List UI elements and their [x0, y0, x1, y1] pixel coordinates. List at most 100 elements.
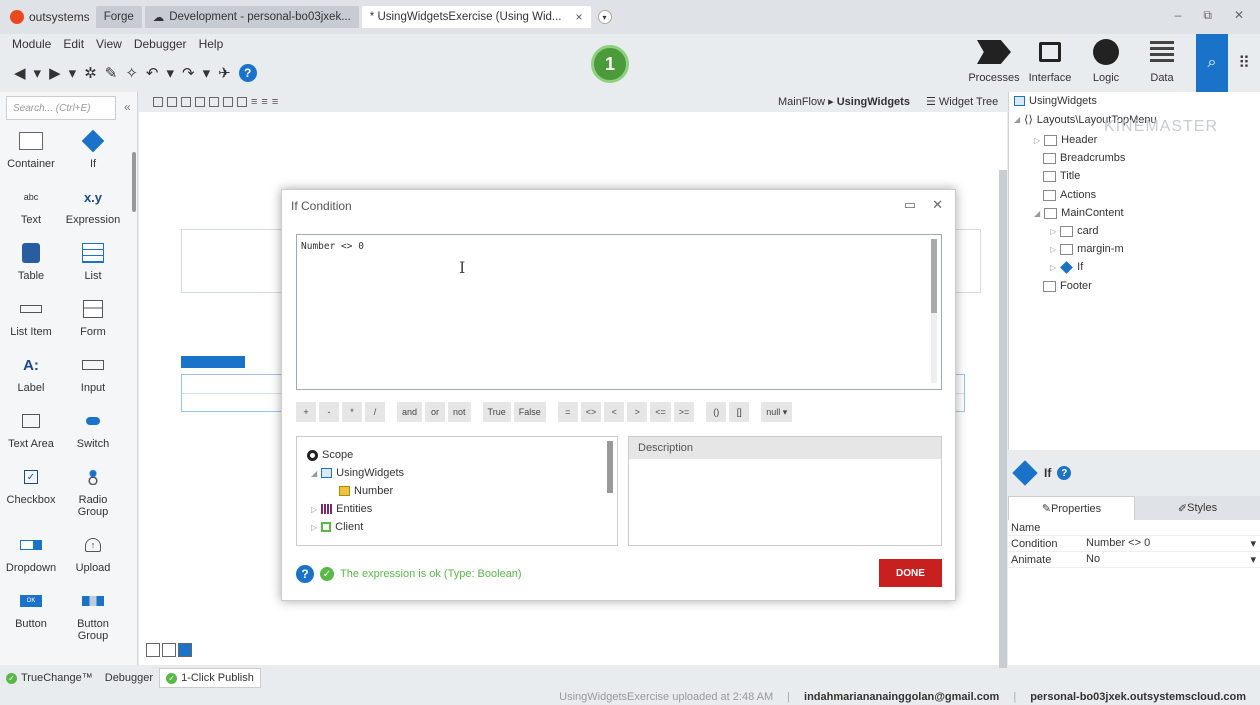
layer-interface[interactable]: Interface	[1022, 38, 1078, 84]
scope-root[interactable]: Scope	[307, 449, 353, 461]
palette-item-list-item[interactable]: List Item	[0, 298, 62, 338]
palette-item-switch[interactable]: Switch	[62, 410, 124, 450]
editor-scroll-thumb[interactable]	[931, 239, 937, 313]
property-value[interactable]: Number <> 0 ▾	[1082, 537, 1260, 550]
operator-plus[interactable]: +	[296, 402, 316, 422]
apps-grid-icon[interactable]: ⠿	[1228, 34, 1260, 92]
expression-editor[interactable]: Number <> 0	[296, 234, 942, 390]
operator-minus[interactable]: -	[319, 402, 339, 422]
palette-scrollbar[interactable]	[132, 152, 136, 212]
expand-arrow-icon[interactable]: ◢	[1014, 115, 1020, 124]
operator-null-dropdown[interactable]: null ▾	[761, 402, 793, 422]
palette-item-list[interactable]: List	[62, 242, 124, 282]
breadcrumb-screen[interactable]: UsingWidgets	[837, 96, 910, 108]
scope-item-number[interactable]: Number	[339, 485, 393, 497]
operator-greater[interactable]: >	[627, 402, 648, 422]
breadcrumb-flow[interactable]: MainFlow ▸	[778, 96, 837, 108]
minimize-icon[interactable]: –	[1175, 8, 1182, 23]
palette-search-input[interactable]: Search... (Ctrl+E)	[6, 96, 116, 120]
desktop-view-icon[interactable]	[181, 97, 191, 107]
tab-dropdown-button[interactable]: ▾	[597, 10, 612, 24]
tree-node-if[interactable]: ▷ If	[1050, 260, 1083, 274]
palette-item-text-area[interactable]: Text Area	[0, 410, 62, 450]
tab-1-click-publish[interactable]: ✓ 1-Click Publish	[159, 668, 261, 688]
tree-node-header[interactable]: ▷ Header	[1034, 134, 1097, 146]
debug-icon[interactable]: ✎	[105, 64, 118, 82]
screen-breadcrumb[interactable]: MainFlow ▸ UsingWidgets	[778, 95, 910, 108]
operator-and[interactable]: and	[397, 402, 423, 422]
tree-node-margin-m[interactable]: ▷ margin-m	[1050, 243, 1124, 255]
palette-item-container[interactable]: Container	[0, 130, 62, 170]
collapse-palette-icon[interactable]: «	[124, 100, 131, 114]
close-icon[interactable]: ✕	[932, 197, 943, 213]
palette-item-table[interactable]: Table	[0, 242, 62, 282]
dropdown-arrow-icon[interactable]: ▾	[203, 64, 211, 82]
layer-processes[interactable]: Processes	[966, 38, 1022, 84]
tree-node-breadcrumbs[interactable]: Breadcrumbs	[1043, 152, 1125, 164]
expand-arrow-icon[interactable]: ▷	[311, 505, 317, 514]
tab-debugger[interactable]: Debugger	[99, 668, 159, 688]
palette-item-checkbox[interactable]: ✓ Checkbox	[0, 466, 62, 518]
forward-icon[interactable]: ▶	[49, 64, 61, 82]
expand-arrow-icon[interactable]: ▷	[1034, 136, 1040, 145]
palette-item-text[interactable]: abc Text	[0, 186, 62, 226]
restore-icon[interactable]: ⧉	[1203, 8, 1212, 23]
css-icon[interactable]	[223, 97, 233, 107]
expand-arrow-icon[interactable]: ◢	[1034, 209, 1040, 218]
if-path-icon[interactable]	[178, 643, 192, 657]
expand-arrow-icon[interactable]: ▷	[311, 523, 317, 532]
tree-node-main-content[interactable]: ◢ MainContent	[1034, 207, 1124, 219]
menu-edit[interactable]: Edit	[63, 37, 84, 51]
align-center-icon[interactable]: ≡	[261, 96, 267, 108]
tab-forge[interactable]: Forge	[95, 6, 142, 28]
tab-widget-tree[interactable]: ☰ Widget Tree	[926, 95, 998, 108]
property-row-name[interactable]: Name	[1008, 520, 1260, 536]
scope-item-using-widgets[interactable]: ◢ UsingWidgets	[311, 467, 404, 479]
menu-view[interactable]: View	[96, 37, 122, 51]
redo-icon[interactable]: ↷	[182, 64, 195, 82]
menu-debugger[interactable]: Debugger	[134, 37, 187, 51]
operator-less[interactable]: <	[604, 402, 625, 422]
layer-logic[interactable]: Logic	[1078, 38, 1134, 84]
expand-arrow-icon[interactable]: ▷	[1050, 245, 1056, 254]
dropdown-arrow-icon[interactable]: ▾	[1250, 553, 1256, 566]
undo-icon[interactable]: ↶	[146, 64, 159, 82]
operator-parentheses[interactable]: ()	[706, 402, 727, 422]
container-path-icon[interactable]	[162, 643, 176, 657]
scope-item-client[interactable]: ▷ Client	[311, 521, 363, 533]
tree-node-card[interactable]: ▷ card	[1050, 225, 1099, 237]
operator-not[interactable]: not	[448, 402, 471, 422]
operator-or[interactable]: or	[425, 402, 446, 422]
tab-styles[interactable]: ✐ Styles	[1135, 496, 1260, 520]
menu-help[interactable]: Help	[199, 37, 224, 51]
palette-item-form[interactable]: Form	[62, 298, 124, 338]
palette-item-expression[interactable]: x.y Expression	[62, 186, 124, 227]
if-widget-selection-badge[interactable]	[181, 356, 245, 368]
align-right-icon[interactable]: ≡	[272, 96, 278, 108]
scope-item-entities[interactable]: ▷ Entities	[311, 503, 372, 515]
operator-less-equal[interactable]: <=	[650, 402, 671, 422]
tree-node-title[interactable]: Title	[1043, 170, 1080, 182]
property-row-condition[interactable]: Condition Number <> 0 ▾	[1008, 536, 1260, 552]
run-debug-icon[interactable]: ✧	[125, 64, 138, 82]
tab-using-widgets-exercise[interactable]: * UsingWidgetsExercise (Using Wid... ×	[361, 6, 591, 28]
palette-item-upload[interactable]: ↑ Upload	[62, 534, 124, 574]
zoom-icon[interactable]	[209, 97, 219, 107]
operator-multiply[interactable]: *	[342, 402, 362, 422]
help-icon[interactable]: ?	[296, 565, 314, 583]
palette-item-radio-group[interactable]: Radio Group	[62, 466, 124, 518]
preview-icon[interactable]	[195, 97, 205, 107]
help-icon[interactable]: ?	[1057, 466, 1072, 480]
expand-arrow-icon[interactable]: ◢	[311, 469, 317, 478]
dropdown-arrow-icon[interactable]: ▾	[1250, 537, 1256, 550]
done-button[interactable]: DONE	[879, 559, 942, 587]
theme-icon[interactable]	[237, 97, 247, 107]
canvas-scrollbar[interactable]	[999, 170, 1007, 670]
operator-brackets[interactable]: []	[729, 402, 750, 422]
phone-view-icon[interactable]	[153, 97, 163, 107]
dropdown-arrow-icon[interactable]: ▾	[34, 64, 42, 82]
palette-item-label[interactable]: A: Label	[0, 354, 62, 395]
operator-true[interactable]: True	[482, 402, 511, 422]
operator-false[interactable]: False	[513, 402, 546, 422]
layout-path-icon[interactable]	[146, 643, 160, 657]
